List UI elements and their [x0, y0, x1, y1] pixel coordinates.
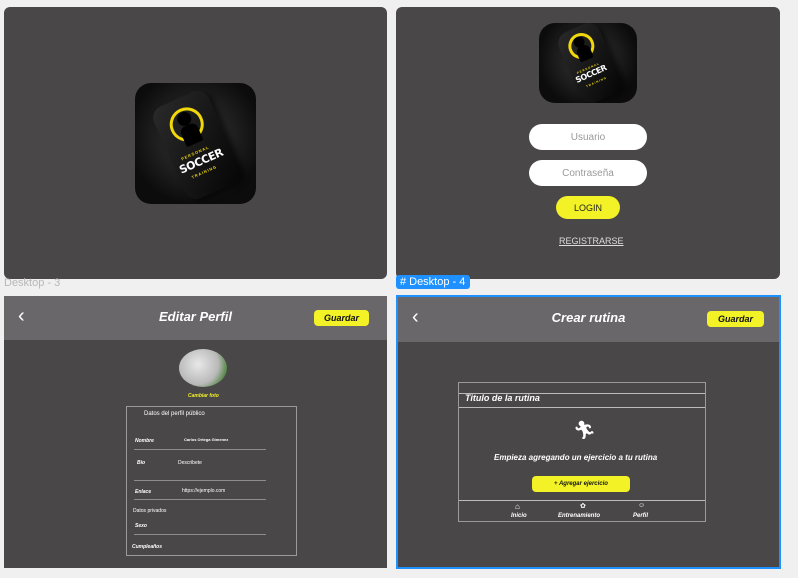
nav-training-icon[interactable]: ✿ — [580, 502, 586, 510]
password-input[interactable]: Contraseña — [529, 160, 647, 186]
name-label: Nombre — [135, 438, 154, 444]
link-label: Enlace — [135, 489, 152, 495]
app-logo: PERSONAL SOCCER TRAINING — [539, 23, 637, 103]
logo-phone: PERSONAL SOCCER TRAINING — [149, 87, 245, 203]
sex-label: Sexo — [135, 523, 147, 529]
nav-profile-icon[interactable]: ☺ — [638, 502, 645, 509]
edit-profile-header: ‹ Editar Perfil Guardar — [4, 296, 387, 340]
create-routine-frame: ‹ Crear rutina Guardar Titulo de la ruti… — [396, 295, 781, 569]
name-value[interactable]: Carlos Ortega Gimenez — [184, 437, 228, 442]
save-button[interactable]: Guardar — [314, 310, 369, 326]
splash-frame: PERSONAL SOCCER TRAINING — [4, 7, 387, 279]
nav-training-label[interactable]: Entrenamiento — [558, 513, 600, 519]
create-routine-header: ‹ Crear rutina Guardar — [398, 297, 779, 342]
running-person-icon: 🏃︎ — [573, 420, 596, 440]
avatar[interactable] — [179, 349, 227, 387]
section-private-title: Datos privados — [133, 508, 167, 514]
username-input[interactable]: Usuario — [529, 124, 647, 150]
frame-label-desktop-4[interactable]: # Desktop - 4 — [396, 275, 471, 289]
change-photo-link[interactable]: Cambiar foto — [188, 393, 219, 399]
login-button[interactable]: LOGIN — [556, 196, 620, 219]
save-button[interactable]: Guardar — [707, 311, 764, 327]
logo-phone: PERSONAL SOCCER TRAINING — [554, 23, 626, 103]
edit-profile-frame: ‹ Editar Perfil Guardar Cambiar foto Dat… — [4, 296, 387, 568]
login-frame: PERSONAL SOCCER TRAINING Usuario Contras… — [396, 7, 780, 279]
routine-title-input[interactable]: Titulo de la rutina — [465, 393, 540, 403]
frame-label-desktop-3: Desktop - 3 — [4, 277, 61, 289]
empty-state-text: Empieza agregando un ejercicio a tu ruti… — [494, 453, 658, 462]
birthday-label: Cumpleaños — [132, 544, 163, 550]
app-logo: PERSONAL SOCCER TRAINING — [135, 83, 256, 204]
section-public-title: Datos del perfil público — [144, 411, 205, 417]
bio-value[interactable]: Describete — [178, 460, 202, 466]
bio-label: Bio — [137, 460, 146, 466]
register-link[interactable]: REGISTRARSE — [559, 236, 624, 246]
add-exercise-button[interactable]: + Agregar ejercicio — [532, 476, 630, 492]
nav-home-label[interactable]: Inicio — [511, 513, 527, 519]
link-value[interactable]: https://ejemplo.com — [182, 488, 225, 494]
nav-home-icon[interactable]: ⌂ — [515, 502, 520, 511]
routine-card — [458, 382, 706, 522]
nav-profile-label[interactable]: Perfil — [633, 513, 648, 519]
frame-hash-icon: # — [400, 276, 407, 288]
